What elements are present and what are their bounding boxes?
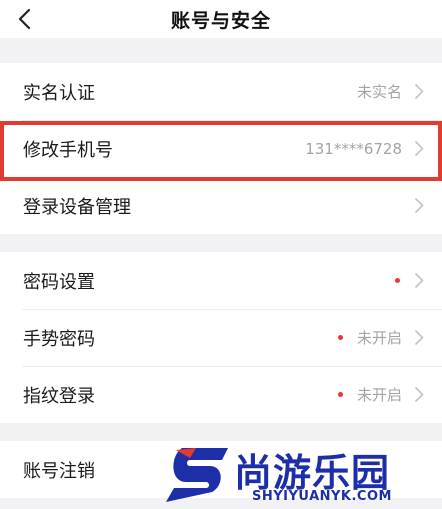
row-change-phone-number[interactable]: 修改手机号 131****6728 [0,120,442,177]
watermark-url: SHYIYUANYK.COM [252,489,392,504]
account-group: 实名认证 未实名 修改手机号 131****6728 登录设备管理 [0,63,442,234]
row-gesture-password[interactable]: 手势密码 未开启 [0,309,442,366]
page-title: 账号与安全 [170,10,271,32]
chevron-right-icon [414,386,424,403]
watermark-logo-icon [166,448,228,502]
chevron-right-icon [414,197,424,214]
row-label: 账号注销 [23,460,95,482]
row-login-device-management[interactable]: 登录设备管理 [0,177,442,234]
nav-header: 账号与安全 [0,0,442,38]
security-group: 密码设置 手势密码 未开启 指纹登录 未开启 [0,252,442,423]
row-label: 指纹登录 [23,385,95,407]
row-value: 未实名 [356,83,402,101]
row-real-name-verification[interactable]: 实名认证 未实名 [0,63,442,120]
row-label: 登录设备管理 [23,196,131,218]
row-value: 未开启 [356,386,402,404]
row-label: 密码设置 [23,271,95,293]
chevron-right-icon [414,272,424,289]
row-value: 未开启 [356,329,402,347]
row-label: 实名认证 [23,82,95,104]
row-label: 手势密码 [23,328,95,350]
chevron-right-icon [414,329,424,346]
chevron-right-icon [414,83,424,100]
red-dot-badge [337,335,343,340]
chevron-right-icon [414,140,424,157]
row-password-settings[interactable]: 密码设置 [0,252,442,309]
site-watermark: 尚游乐园 SHYIYUANYK.COM [160,440,442,509]
row-value: 131****6728 [305,139,402,158]
row-fingerprint-login[interactable]: 指纹登录 未开启 [0,366,442,423]
row-label: 修改手机号 [23,139,113,161]
red-dot-badge [395,278,400,283]
red-dot-badge [337,392,343,397]
